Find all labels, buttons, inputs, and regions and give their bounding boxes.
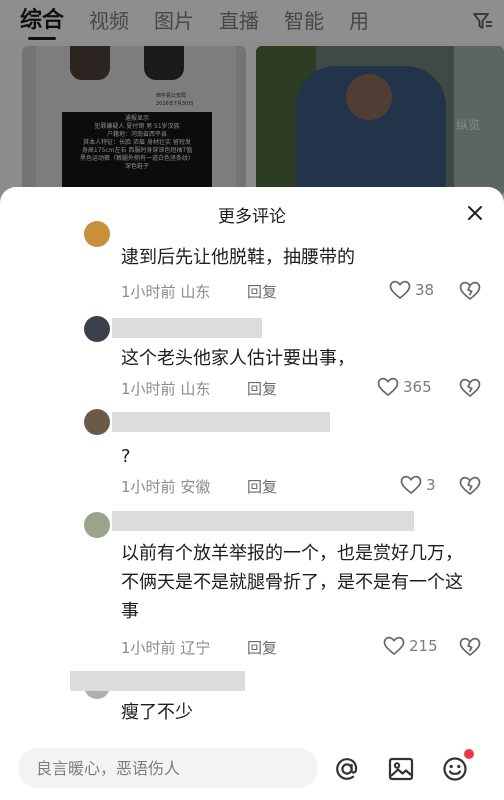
comment-text: 以前有个放羊举报的一个，也是赏好几万，不俩天是不是就腿骨折了，是不是有一个这事 [121, 543, 463, 622]
emoji-icon[interactable] [440, 754, 470, 784]
like-count: 215 [409, 637, 438, 655]
comment-meta: 1小时前 山东 [121, 283, 211, 301]
avatar[interactable] [84, 221, 110, 247]
heart-icon [389, 280, 411, 300]
comment-text: 瘦了不少 [121, 702, 193, 723]
like-button[interactable]: 215 [383, 636, 438, 656]
reply-button[interactable]: 回复 [247, 281, 277, 302]
reply-button[interactable]: 回复 [247, 476, 277, 497]
comment-text: 逮到后先让他脱鞋，抽腰带的 [121, 247, 355, 268]
image-icon[interactable] [386, 754, 416, 784]
like-button[interactable]: 38 [389, 280, 434, 300]
notification-dot [464, 749, 474, 759]
reply-button[interactable]: 回复 [247, 378, 277, 399]
avatar[interactable] [84, 316, 110, 342]
comment-input[interactable] [36, 748, 306, 788]
like-button[interactable]: 365 [377, 377, 432, 397]
heart-icon [377, 377, 399, 397]
username-redacted [70, 671, 245, 691]
sheet-title: 更多评论 [218, 207, 286, 227]
broken-heart-icon[interactable] [459, 476, 481, 496]
close-icon[interactable] [466, 204, 484, 222]
broken-heart-icon[interactable] [459, 637, 481, 657]
username-redacted [112, 412, 330, 432]
username-redacted [112, 318, 262, 338]
comment-meta: 1小时前 山东 [121, 380, 211, 398]
username-redacted [112, 511, 414, 531]
comments-sheet: 更多评论 逮到后先让他脱鞋，抽腰带的 1小时前 山东 回复 38 这个老头他家人… [0, 187, 504, 800]
heart-icon [400, 475, 422, 495]
reply-button[interactable]: 回复 [247, 637, 277, 658]
comment-text: ? [121, 446, 131, 467]
broken-heart-icon[interactable] [459, 281, 481, 301]
broken-heart-icon[interactable] [459, 378, 481, 398]
heart-icon [383, 636, 405, 656]
like-button[interactable]: 3 [400, 475, 436, 495]
comment-meta: 1小时前 安徽 [121, 478, 211, 496]
comment-meta: 1小时前 辽宁 [121, 639, 211, 657]
avatar[interactable] [84, 512, 110, 538]
comment-input-container[interactable] [18, 748, 318, 788]
like-count: 3 [426, 476, 436, 494]
like-count: 38 [415, 281, 435, 299]
comment-input-bar [0, 735, 504, 800]
avatar[interactable] [84, 409, 110, 435]
sheet-header: 更多评论 [0, 187, 504, 239]
like-count: 365 [403, 378, 432, 396]
comment-text: 这个老头他家人估计要出事， [121, 348, 355, 369]
mention-icon[interactable] [332, 754, 362, 784]
